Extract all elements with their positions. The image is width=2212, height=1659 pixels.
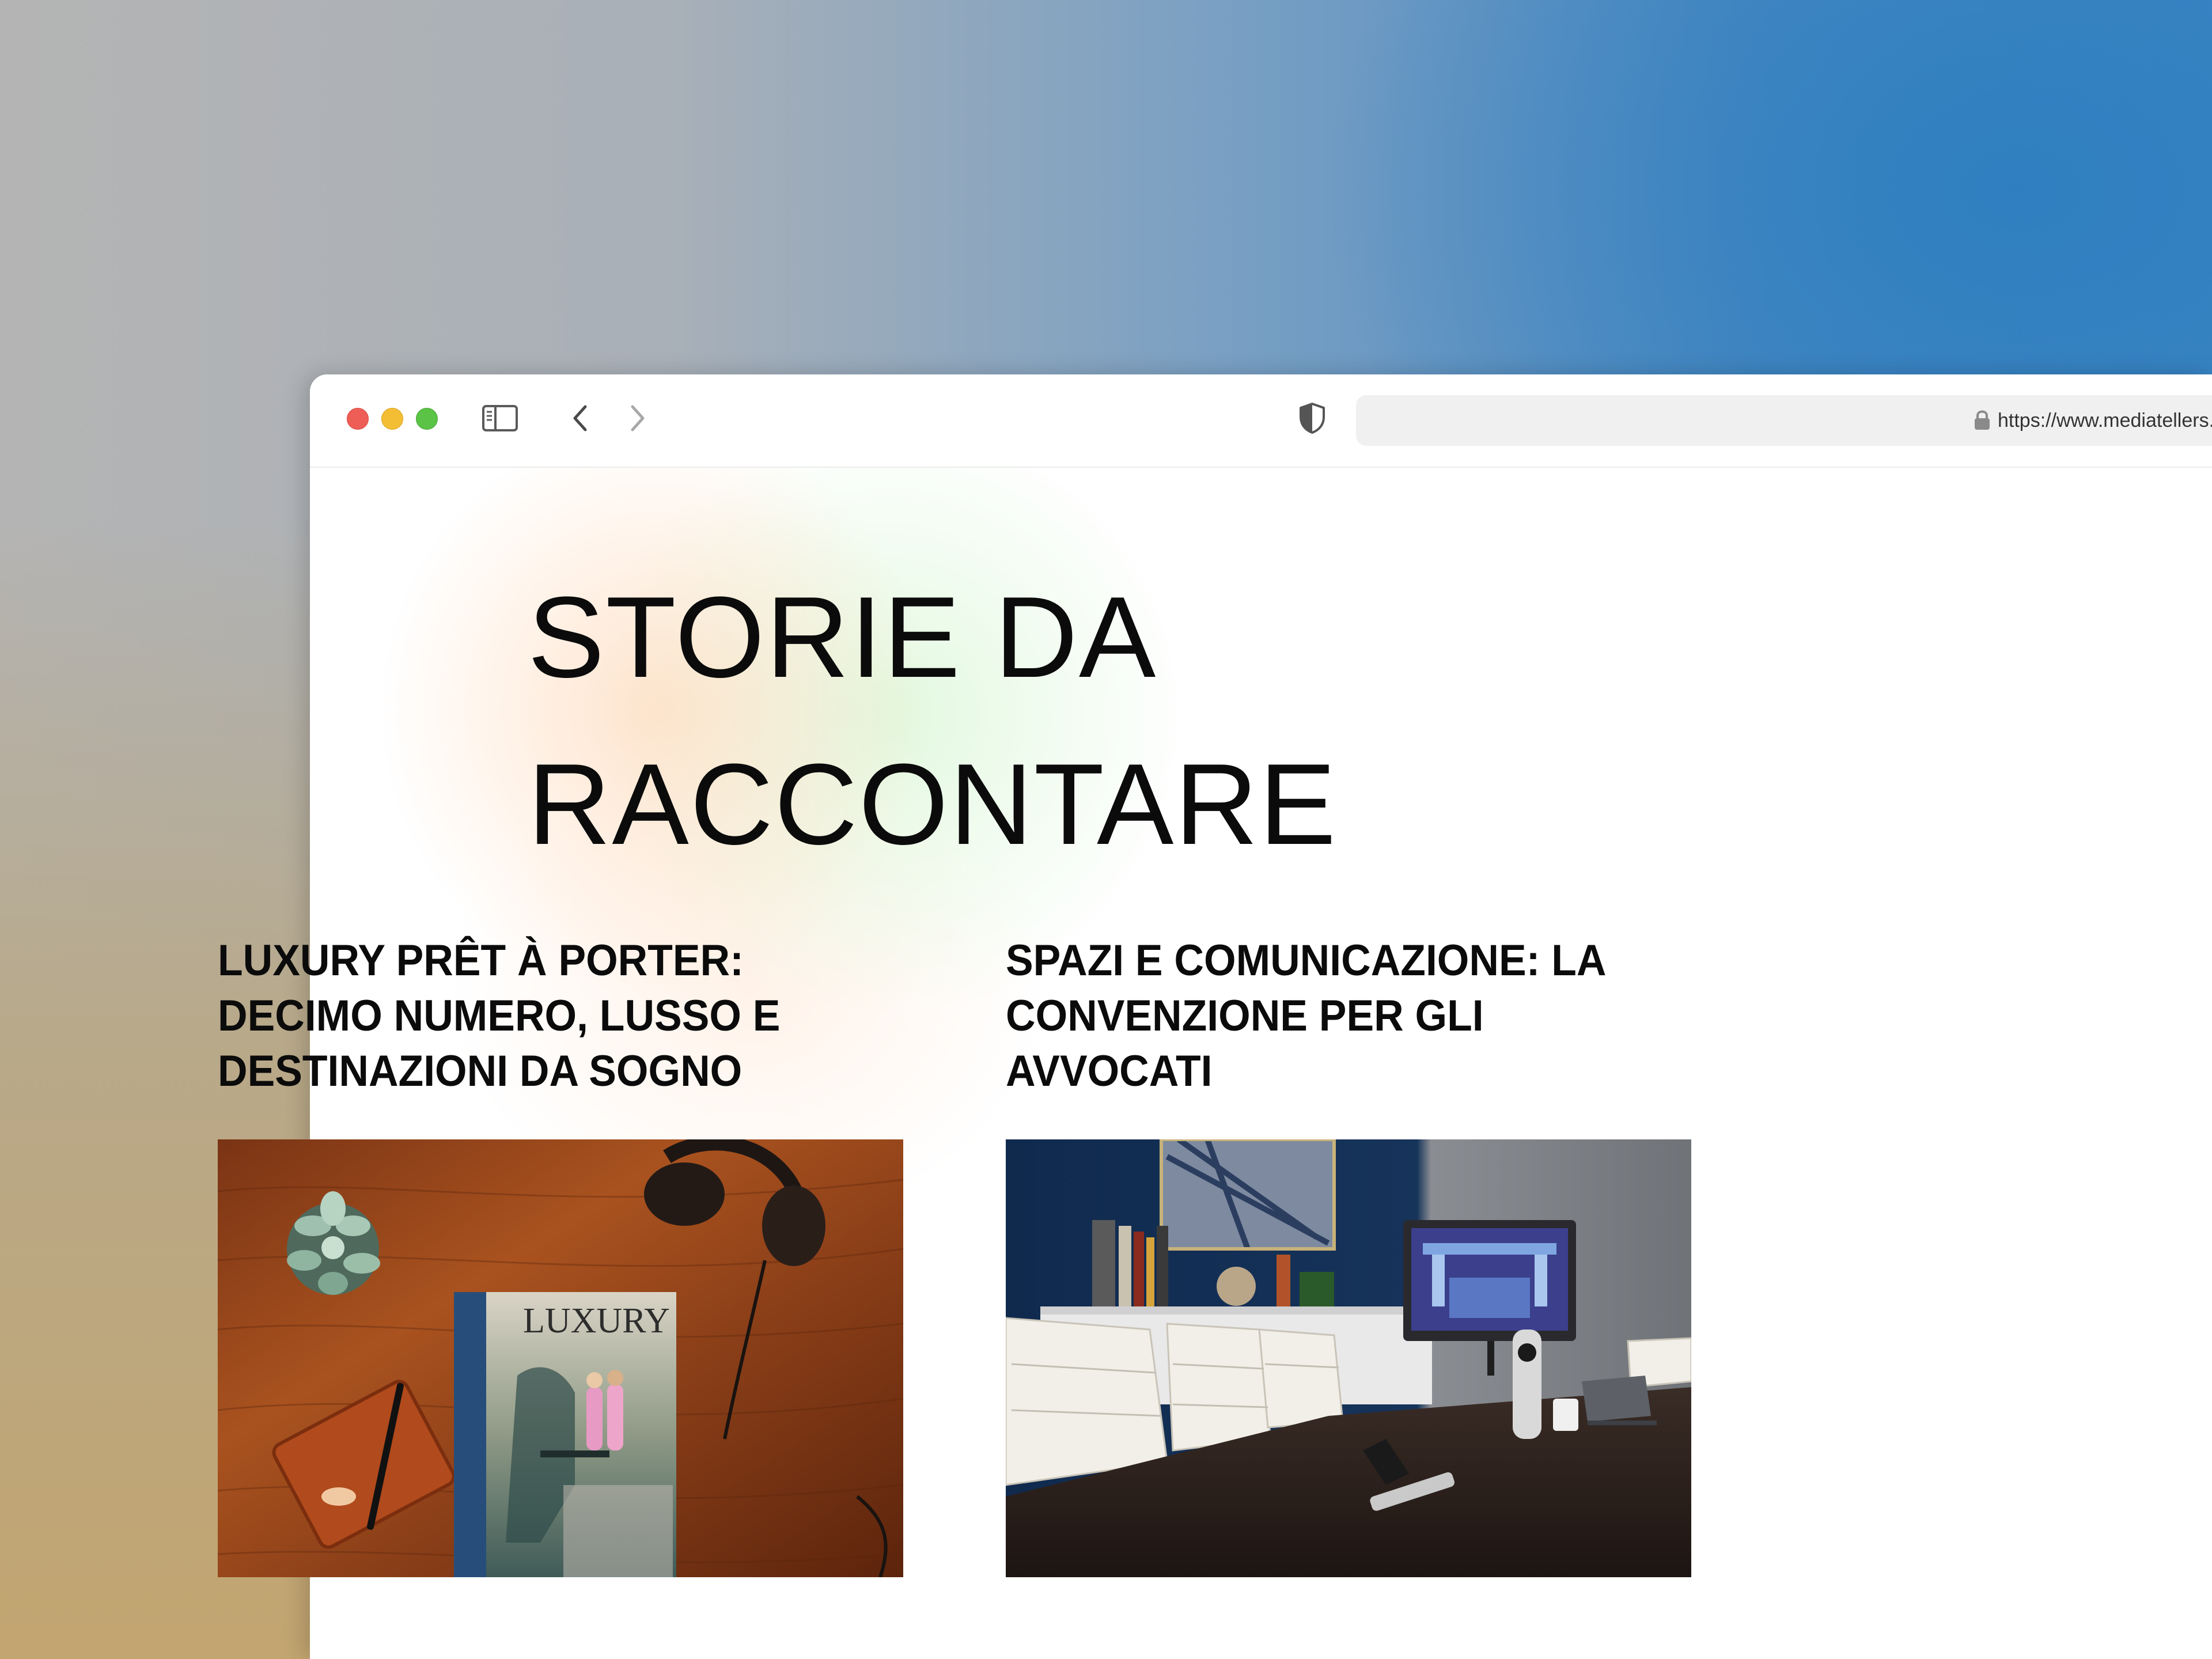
hero-title: STORIE DA RACCONTARE [528,554,1337,888]
chevron-left-icon[interactable] [561,399,600,438]
article-title-line: AVVOCATI [1006,1047,1213,1096]
article-title-line: DECIMO NUMERO, LUSSO E [218,991,781,1040]
sidebar-icon[interactable] [480,402,520,434]
article-title-line: LUXURY PRÊT À PORTER: [218,936,744,985]
svg-text:LUXURY: LUXURY [523,1301,670,1340]
url-text: https://www.mediatellers.it/ [1998,410,2212,431]
zoom-window-button[interactable] [416,408,438,430]
lock-icon [1974,410,1991,431]
article-title[interactable]: LUXURY PRÊT À PORTER: DECIMO NUMERO, LUS… [218,933,911,1099]
close-window-button[interactable] [347,408,369,430]
hero-title-line: STORIE DA [528,573,1157,702]
address-bar[interactable]: https://www.mediatellers.it/ [1356,395,2212,446]
hero-title-line: RACCONTARE [528,740,1338,869]
article-title[interactable]: SPAZI E COMUNICAZIONE: LA CONVENZIONE PE… [1006,933,1699,1099]
article-title-line: CONVENZIONE PER GLI [1006,991,1484,1040]
minimize-window-button[interactable] [381,408,403,430]
browser-toolbar: https://www.mediatellers.it/ [310,374,2212,468]
privacy-shield-icon[interactable] [1294,399,1331,438]
article-title-line: DESTINAZIONI DA SOGNO [218,1047,743,1096]
chevron-right-icon[interactable] [618,399,657,438]
article-image-conference-room[interactable] [1006,1139,1691,1577]
article-title-line: SPAZI E COMUNICAZIONE: LA [1006,936,1607,985]
article-image-magazine[interactable]: LUXURY [218,1139,903,1577]
